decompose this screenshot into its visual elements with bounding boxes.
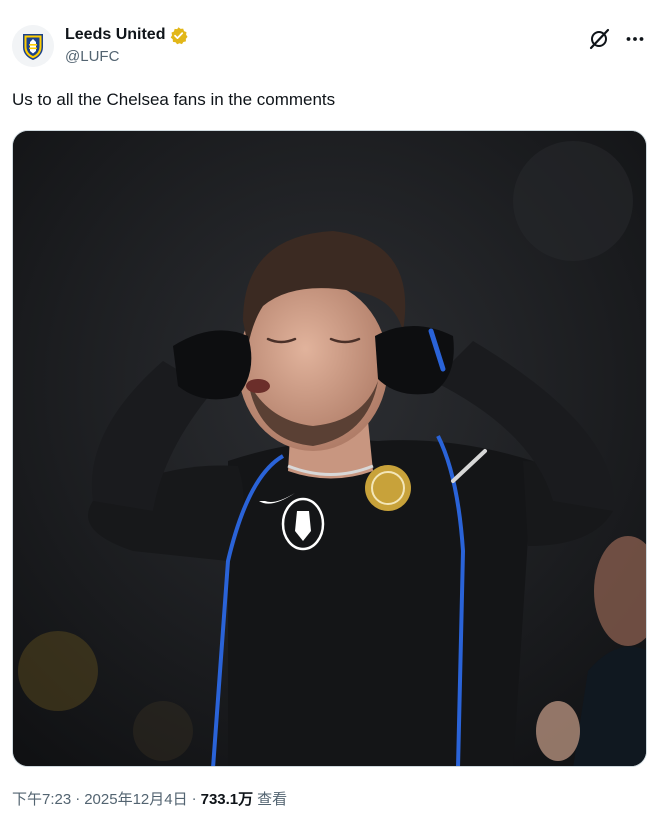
leeds-crest-icon: [12, 25, 54, 67]
name-row: Leeds United: [65, 24, 189, 46]
more-options-button[interactable]: [622, 26, 648, 52]
header-actions: [586, 26, 648, 52]
account-identity: Leeds United @LUFC: [65, 24, 189, 65]
more-dots-icon: [626, 37, 644, 41]
account-handle[interactable]: @LUFC: [65, 48, 188, 65]
account-name[interactable]: Leeds United: [65, 26, 165, 44]
post-time[interactable]: 下午7:23: [12, 788, 71, 809]
post-date[interactable]: 2025年12月4日: [84, 788, 187, 809]
verified-badge-icon[interactable]: [169, 26, 189, 45]
views-count[interactable]: 733.1万: [201, 788, 254, 809]
meta-separator: ·: [191, 790, 197, 807]
post-meta: 下午7:23 · 2025年12月4日 · 733.1万 查看: [12, 788, 652, 809]
player-photo-image: [13, 131, 646, 766]
post-container: Leeds United @LUFC Us to all the Chelsea…: [0, 0, 664, 817]
grok-button[interactable]: [586, 26, 612, 52]
grok-slash-icon: [589, 28, 610, 50]
post-photo[interactable]: [12, 130, 647, 767]
views-label: 查看: [257, 791, 288, 808]
post-text: Us to all the Chelsea fans in the commen…: [12, 90, 336, 109]
avatar[interactable]: [12, 25, 54, 67]
meta-separator: ·: [75, 790, 81, 807]
post-header: Leeds United @LUFC: [12, 20, 652, 72]
